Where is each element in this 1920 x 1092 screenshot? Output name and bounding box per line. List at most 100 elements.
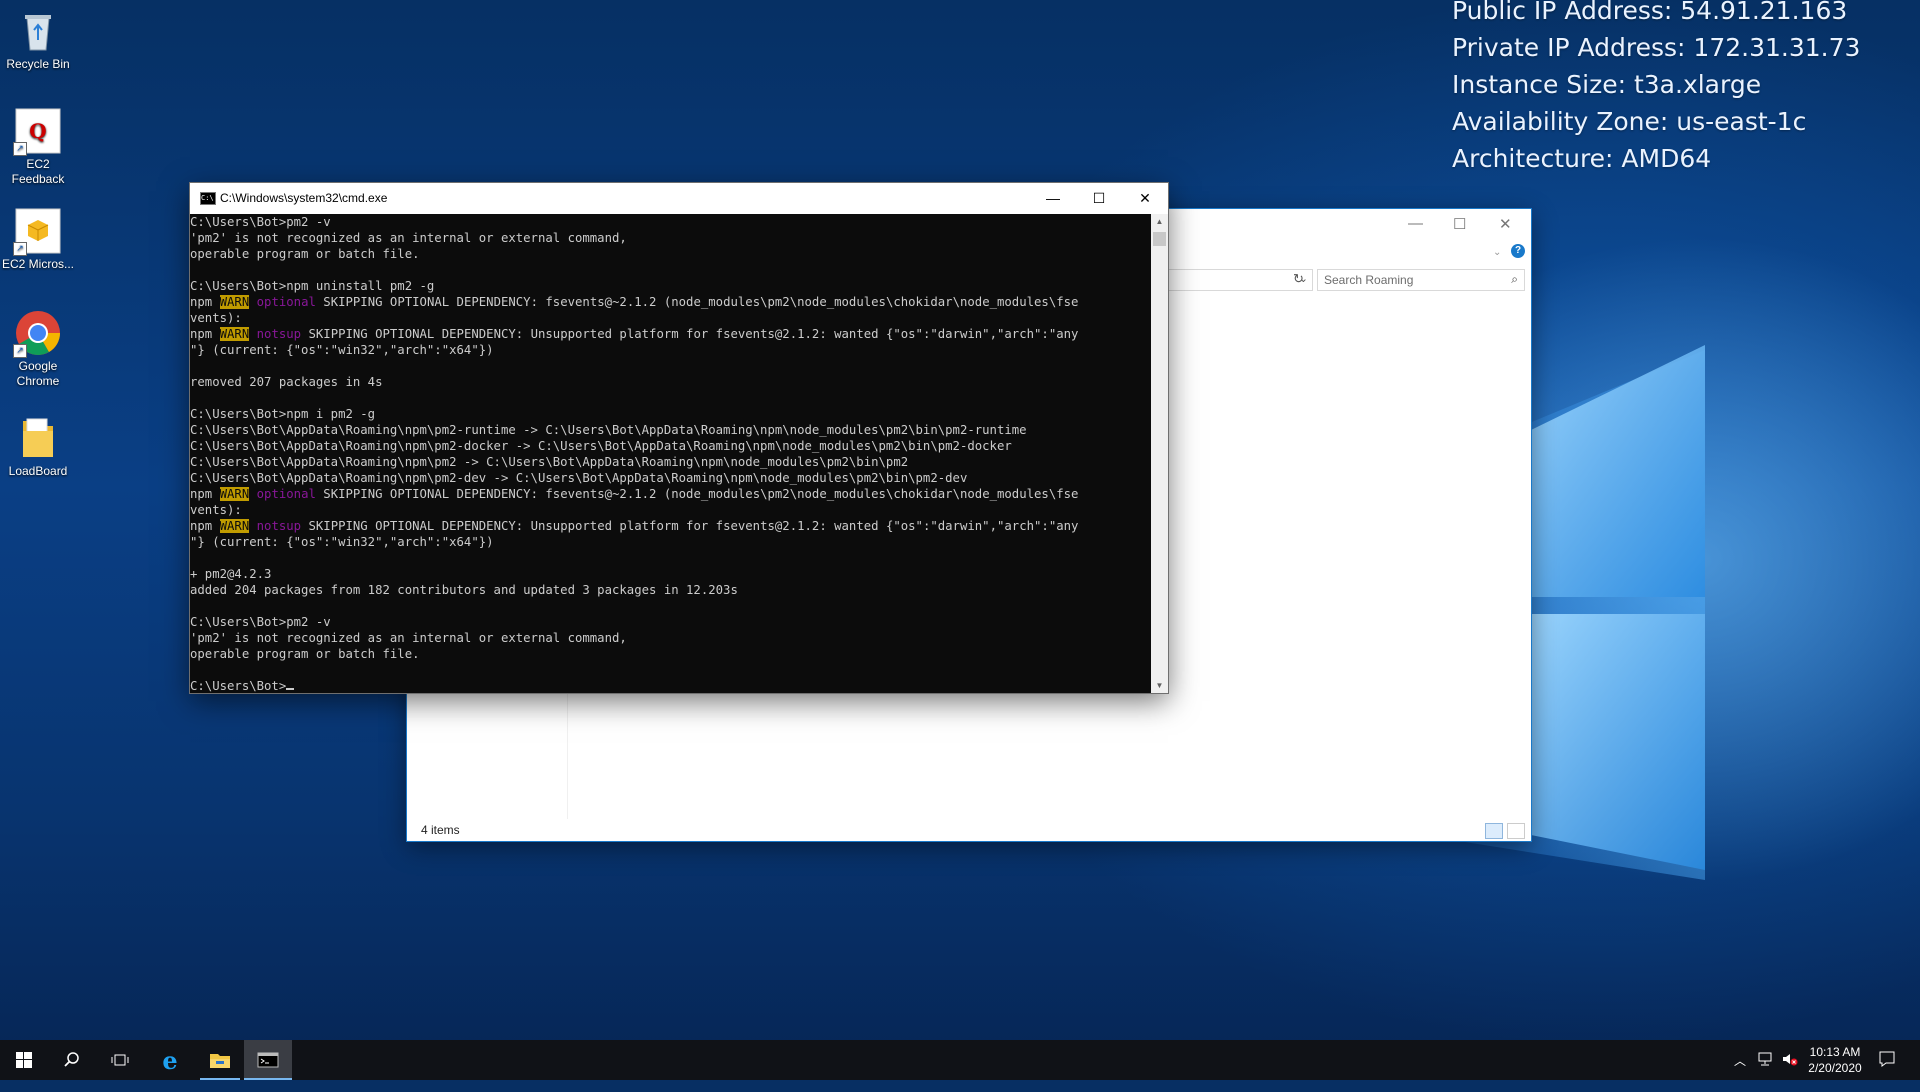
terminal-line: C:\Users\Bot>npm i pm2 -g <box>190 407 376 421</box>
terminal-line: C:\Users\Bot\AppData\Roaming\npm\pm2-doc… <box>190 439 1012 453</box>
terminal-cursor <box>286 688 295 690</box>
show-hidden-icons-chevron-icon[interactable]: ︿ <box>1734 1052 1746 1092</box>
cmd-minimize-button[interactable]: — <box>1030 183 1076 214</box>
svg-text:Q: Q <box>29 119 46 143</box>
help-icon[interactable]: ? <box>1511 244 1525 258</box>
terminal-line: C:\Users\Bot> <box>190 678 1150 693</box>
explorer-close-button[interactable]: ✕ <box>1499 215 1512 233</box>
cmd-close-button[interactable]: ✕ <box>1122 183 1168 214</box>
terminal-line: vents): <box>190 503 242 517</box>
taskbar-file-explorer[interactable] <box>196 1040 244 1080</box>
cmd-maximize-button[interactable]: ☐ <box>1076 183 1122 214</box>
taskbar: e ︿ 10:13 AM 2/20/2020 <box>0 1040 1920 1080</box>
desktop-icon-ec2-feedback[interactable]: Q ↗ EC2 Feedback <box>0 108 76 187</box>
details-view-button[interactable] <box>1485 823 1503 839</box>
cmd-titlebar[interactable]: C:\ C:\Windows\system32\cmd.exe — ☐ ✕ <box>190 183 1168 214</box>
terminal-line: C:\Users\Bot\AppData\Roaming\npm\pm2-run… <box>190 423 1027 437</box>
terminal-line: "} (current: {"os":"win32","arch":"x64"}… <box>190 343 494 357</box>
clock-date: 2/20/2020 <box>1808 1061 1862 1075</box>
terminal-line: operable program or batch file. <box>190 647 420 661</box>
search-placeholder: Search Roaming <box>1324 273 1414 287</box>
task-view-button[interactable] <box>96 1040 144 1080</box>
search-button[interactable] <box>48 1040 96 1080</box>
instance-info: Public IP Address: 54.91.21.163 Private … <box>1452 0 1860 177</box>
shortcut-arrow-icon: ↗ <box>13 242 27 256</box>
start-button[interactable] <box>0 1040 48 1080</box>
terminal-line: added 204 packages from 182 contributors… <box>190 583 738 597</box>
cmd-title: C:\Windows\system32\cmd.exe <box>220 191 388 205</box>
warn-tag: WARN <box>219 487 250 501</box>
desktop-icon-recycle-bin[interactable]: Recycle Bin <box>0 8 76 72</box>
scroll-up-arrow-icon[interactable]: ▲ <box>1151 217 1168 226</box>
info-availability-zone: Availability Zone: us-east-1c <box>1452 107 1807 136</box>
taskbar-internet-explorer[interactable]: e <box>146 1040 194 1080</box>
info-instance-size: Instance Size: t3a.xlarge <box>1452 70 1762 99</box>
terminal-output[interactable]: C:\Users\Bot>pm2 -v 'pm2' is not recogniz… <box>190 214 1150 693</box>
ec2-feedback-icon: Q ↗ <box>13 108 61 156</box>
ribbon-expand-icon[interactable]: ⌄ <box>1493 247 1501 258</box>
internet-explorer-icon: e <box>162 1045 178 1075</box>
desktop-icon-label: Google Chrome <box>16 359 60 388</box>
clock-time: 10:13 AM <box>1809 1045 1861 1059</box>
terminal-line: npm WARN optional SKIPPING OPTIONAL DEPE… <box>190 295 1079 309</box>
recycle-bin-icon <box>15 8 61 54</box>
action-center-icon[interactable] <box>1878 1050 1896 1090</box>
search-icon <box>64 1052 79 1067</box>
explorer-maximize-button[interactable]: ☐ <box>1453 215 1466 233</box>
volume-muted-icon[interactable] <box>1781 1050 1799 1090</box>
terminal-line: operable program or batch file. <box>190 247 420 261</box>
desktop-icon-google-chrome[interactable]: ↗ Google Chrome <box>0 310 76 389</box>
refresh-icon[interactable]: ↻ <box>1293 271 1304 287</box>
terminal-line: C:\Users\Bot>pm2 -v <box>190 215 331 229</box>
desktop-icon-label: EC2 Micros... <box>1 257 74 271</box>
scrollbar-thumb[interactable] <box>1153 232 1166 246</box>
taskbar-clock[interactable]: 10:13 AM 2/20/2020 <box>1800 1044 1870 1076</box>
warn-level: notsup <box>256 519 302 533</box>
terminal-line: npm WARN notsup SKIPPING OPTIONAL DEPEND… <box>190 327 1079 341</box>
shortcut-arrow-icon: ↗ <box>13 344 27 358</box>
cmd-app-icon: C:\ <box>200 192 216 205</box>
windows-start-icon <box>16 1052 32 1068</box>
large-icons-view-button[interactable] <box>1507 823 1525 839</box>
status-item-count: 4 items <box>421 823 460 837</box>
file-explorer-icon <box>210 1054 230 1068</box>
desktop-icon-label: LoadBoard <box>8 464 68 478</box>
info-public-ip: Public IP Address: 54.91.21.163 <box>1452 0 1848 25</box>
terminal-line: 'pm2' is not recognized as an internal o… <box>190 631 627 645</box>
terminal-line: "} (current: {"os":"win32","arch":"x64"}… <box>190 535 494 549</box>
warn-tag: WARN <box>219 519 250 533</box>
cmd-window[interactable]: C:\ C:\Windows\system32\cmd.exe — ☐ ✕ C:… <box>190 183 1168 693</box>
taskbar-cmd[interactable] <box>244 1040 292 1080</box>
terminal-line: C:\Users\Bot\AppData\Roaming\npm\pm2-dev… <box>190 471 968 485</box>
task-view-icon <box>111 1054 129 1066</box>
network-icon[interactable] <box>1757 1050 1775 1090</box>
warn-tag: WARN <box>219 327 250 341</box>
ec2-microsoft-icon: ↗ <box>13 208 61 256</box>
terminal-line: C:\Users\Bot>pm2 -v <box>190 615 331 629</box>
explorer-minimize-button[interactable]: — <box>1408 215 1423 232</box>
chrome-icon: ↗ <box>13 310 61 358</box>
desktop-icon-label: EC2 Feedback <box>11 157 65 186</box>
terminal-line: vents): <box>190 311 242 325</box>
terminal-line: C:\Users\Bot\AppData\Roaming\npm\pm2 -> … <box>190 455 909 469</box>
shortcut-arrow-icon: ↗ <box>13 142 27 156</box>
warn-level: optional <box>256 487 316 501</box>
cmd-scrollbar[interactable]: ▲ ▼ <box>1151 214 1168 693</box>
navigation-pane-divider <box>567 679 568 819</box>
desktop-icon-ec2-micros[interactable]: ↗ EC2 Micros... <box>0 208 76 272</box>
folder-icon <box>15 415 61 461</box>
warn-tag: WARN <box>219 295 250 309</box>
address-bar[interactable]: ⌄ <box>1165 269 1313 291</box>
desktop-icon-loadboard[interactable]: LoadBoard <box>0 415 76 479</box>
terminal-line: + pm2@4.2.3 <box>190 567 272 581</box>
scroll-down-arrow-icon[interactable]: ▼ <box>1151 681 1168 690</box>
search-input[interactable]: Search Roaming ⌕ <box>1317 269 1525 291</box>
desktop-icon-label: Recycle Bin <box>6 57 70 71</box>
cmd-icon <box>257 1052 279 1068</box>
terminal-line: C:\Users\Bot>npm uninstall pm2 -g <box>190 279 435 293</box>
